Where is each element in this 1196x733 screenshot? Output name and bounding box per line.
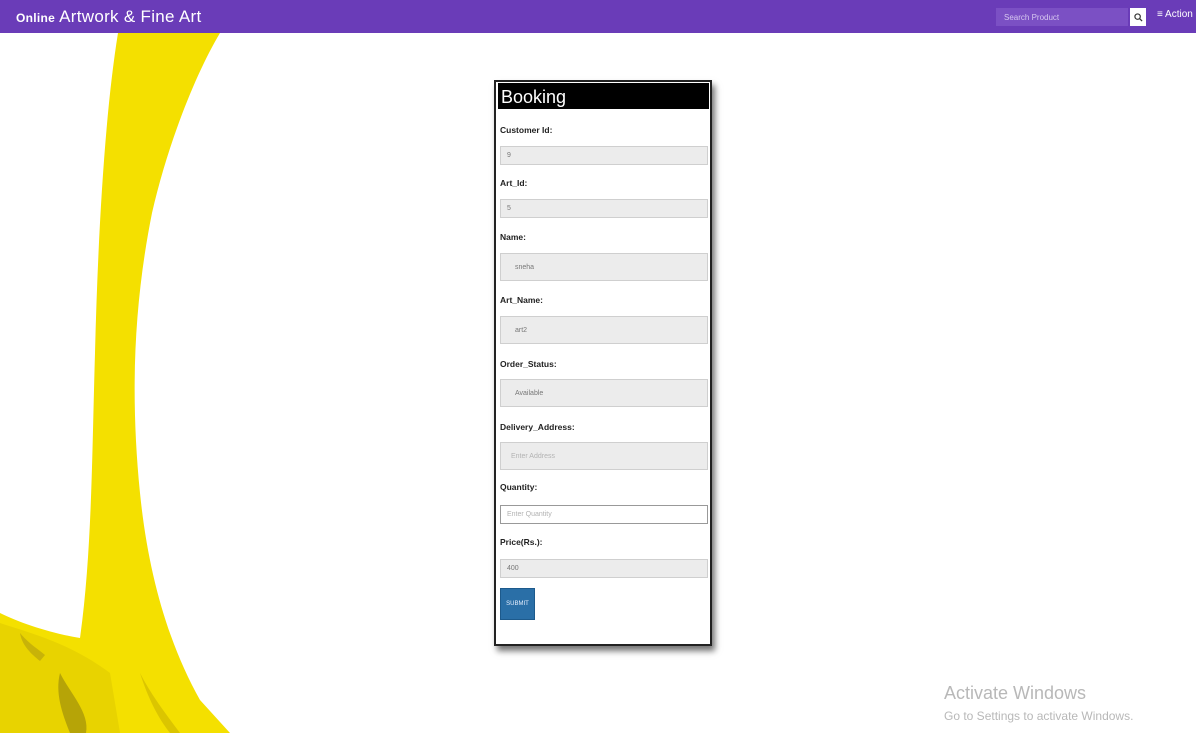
top-navbar: OnlineArtwork & Fine Art ≡ Action: [0, 0, 1196, 33]
art-name-field[interactable]: art2: [500, 316, 708, 344]
order-status-label: Order_Status:: [500, 359, 557, 369]
activate-windows-subtitle: Go to Settings to activate Windows.: [944, 709, 1134, 723]
site-brand[interactable]: Online Artwork & Fine Art: [16, 7, 202, 27]
delivery-address-label: Delivery_Address:: [500, 422, 575, 432]
delivery-address-field[interactable]: Enter Address: [500, 442, 708, 470]
quantity-label: Quantity:: [500, 482, 538, 492]
customer-id-field[interactable]: 9: [500, 146, 708, 165]
customer-id-label: Customer Id:: [500, 125, 553, 135]
activate-windows-title: Activate Windows: [944, 683, 1087, 703]
search-icon: [1133, 12, 1143, 22]
name-label: Name:: [500, 232, 526, 242]
price-field[interactable]: 400: [500, 559, 708, 578]
action-menu-button[interactable]: ≡ Action: [1157, 9, 1193, 20]
yellow-brush-stroke-background: [0, 33, 230, 733]
name-field[interactable]: sneha: [500, 253, 708, 281]
search-button[interactable]: [1130, 8, 1146, 26]
booking-form-title: Booking: [498, 83, 709, 109]
brand-online-text: Online: [16, 11, 56, 25]
order-status-field[interactable]: Available: [500, 379, 708, 407]
brand-title-text: Artwork & Fine Art: [59, 7, 202, 26]
art-id-label: Art_Id:: [500, 178, 528, 188]
quantity-field[interactable]: Enter Quantity: [500, 505, 708, 524]
art-id-field[interactable]: 5: [500, 199, 708, 218]
booking-form-card: Booking Customer Id: 9 Art_Id: 5 Name: s…: [494, 80, 712, 646]
search-product-input[interactable]: [996, 8, 1128, 26]
art-name-label: Art_Name:: [500, 295, 543, 305]
price-label: Price(Rs.):: [500, 537, 543, 547]
submit-button[interactable]: SUBMIT: [500, 588, 535, 620]
